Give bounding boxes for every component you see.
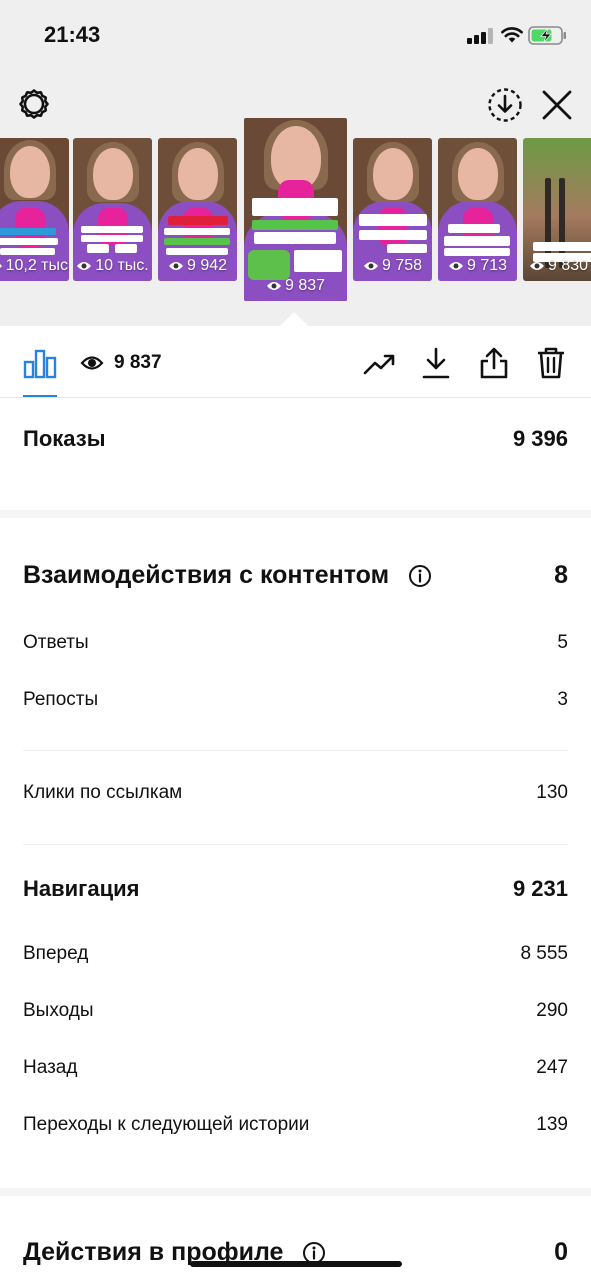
link-clicks-value: 130 [536, 782, 568, 803]
thumbnail-views: 9 758 [353, 257, 432, 275]
eye-icon [448, 262, 463, 270]
profile-actions-value: 0 [554, 1238, 568, 1266]
back-row: Назад 247 [23, 1057, 568, 1079]
views-count: 9 837 [114, 352, 162, 373]
exits-label: Выходы [23, 1000, 94, 1021]
exits-row: Выходы 290 [23, 1000, 568, 1022]
eye-icon [266, 282, 281, 290]
thumbnail-views: 9 837 [244, 277, 347, 295]
impressions-value: 9 396 [512, 426, 568, 451]
next-story-label: Переходы к следующей истории [23, 1114, 310, 1135]
story-thumbnail[interactable]: 9 942 [158, 138, 237, 281]
story-thumbnail[interactable]: 10 тыс. [73, 138, 152, 281]
eye-icon [168, 262, 183, 270]
thumbnail-views: 9 713 [438, 257, 517, 275]
status-time: 21:43 [44, 22, 101, 47]
info-icon[interactable] [408, 564, 432, 588]
navigation-label: Навигация [23, 876, 140, 901]
section-separator [0, 510, 591, 518]
navigation-header: Навигация 9 231 [23, 876, 568, 902]
impressions-label: Показы [23, 426, 106, 451]
replies-row: Ответы 5 [23, 632, 568, 654]
exits-value: 290 [536, 1000, 568, 1021]
reposts-label: Репосты [23, 689, 99, 710]
replies-value: 5 [557, 632, 568, 653]
next-story-value: 139 [536, 1114, 568, 1135]
eye-icon [530, 262, 544, 270]
section-separator [0, 1188, 591, 1196]
interactions-value: 8 [554, 561, 568, 589]
replies-label: Ответы [23, 632, 89, 653]
divider [23, 750, 568, 751]
story-thumbnail[interactable]: 9 758 [353, 138, 432, 281]
divider [23, 844, 568, 845]
back-label: Назад [23, 1057, 78, 1078]
trending-icon[interactable] [362, 346, 398, 382]
eye-icon [0, 264, 2, 268]
selected-pointer [280, 312, 308, 326]
story-thumbnail[interactable]: 10,2 тыс. [0, 138, 69, 281]
story-thumbnail-selected[interactable]: 9 837 [244, 118, 347, 301]
link-clicks-row: Клики по ссылкам 130 [23, 782, 568, 804]
battery-icon [528, 26, 566, 45]
forward-value: 8 555 [520, 943, 568, 964]
forward-row: Вперед 8 555 [23, 943, 568, 965]
thumbnail-views: 9 942 [158, 257, 237, 275]
story-thumbnail[interactable]: 9 713 [438, 138, 517, 281]
wifi-icon [501, 27, 523, 43]
delete-trash-icon[interactable] [533, 344, 569, 382]
active-tab-indicator [23, 395, 57, 397]
interactions-header: Взаимодействия с контентом 8 [23, 561, 568, 590]
insights-chart-icon[interactable] [22, 346, 58, 382]
impressions-row: Показы 9 396 [23, 426, 568, 452]
link-clicks-label: Клики по ссылкам [23, 782, 183, 803]
reposts-row: Репосты 3 [23, 689, 568, 711]
download-icon[interactable] [418, 344, 454, 382]
eye-icon [363, 262, 378, 270]
thumbnail-views: 10,2 тыс. [0, 257, 69, 275]
share-icon[interactable] [476, 344, 512, 382]
status-bar: 21:43 [0, 0, 591, 70]
story-thumbnail[interactable]: 9 830 [523, 138, 591, 281]
thumbnail-views: 10 тыс. [73, 257, 152, 275]
story-thumbnail-strip[interactable]: 10,2 тыс. 10 тыс. 9 942 9 837 9 758 9 71… [0, 118, 591, 318]
signal-icon [467, 28, 493, 44]
home-indicator[interactable] [190, 1261, 402, 1267]
interactions-label: Взаимодействия с контентом [23, 561, 390, 589]
forward-label: Вперед [23, 943, 89, 964]
navigation-value: 9 231 [512, 876, 568, 901]
thumbnail-views: 9 830 [523, 257, 591, 275]
reposts-value: 3 [557, 689, 568, 710]
eye-icon [77, 262, 92, 270]
eye-icon [79, 350, 105, 376]
next-story-row: Переходы к следующей истории 139 [23, 1114, 568, 1136]
back-value: 247 [536, 1057, 568, 1078]
